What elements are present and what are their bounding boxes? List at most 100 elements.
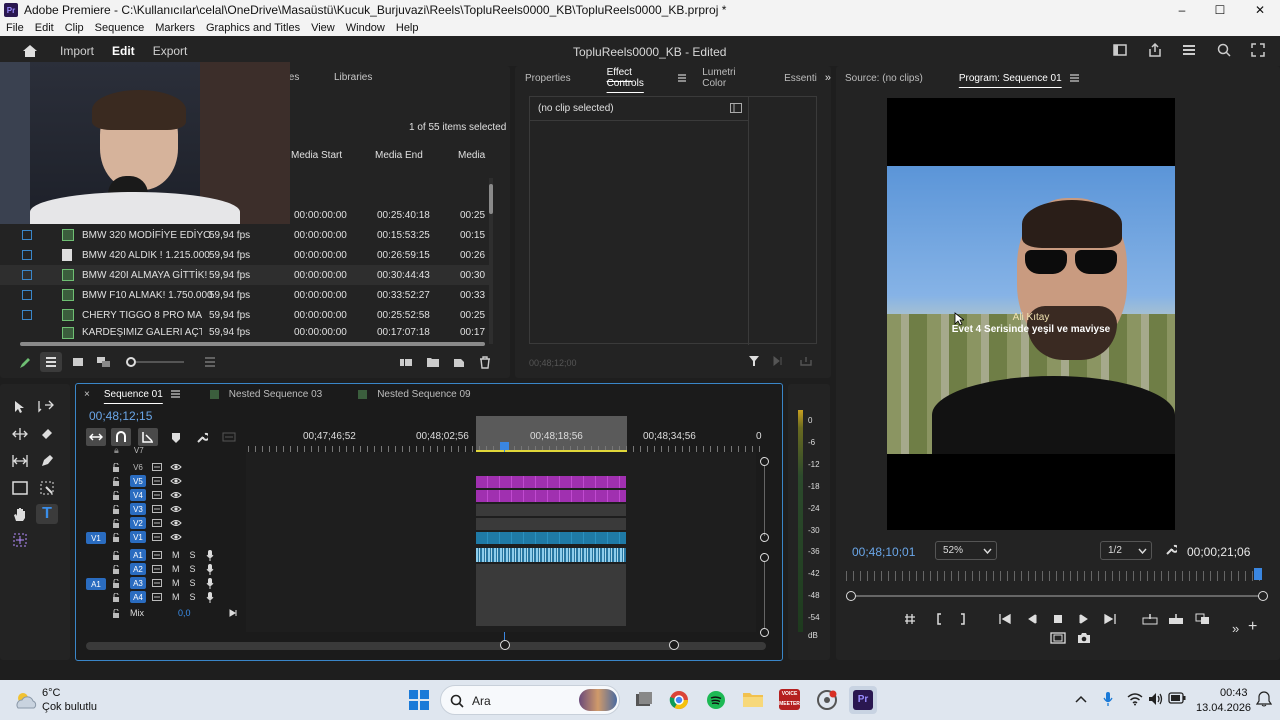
sync-lock-icon[interactable] <box>152 593 162 601</box>
checkbox[interactable] <box>22 290 32 300</box>
automate-sequence-icon[interactable] <box>399 357 413 367</box>
selection-tool-icon[interactable] <box>14 400 26 414</box>
solo-button[interactable]: S <box>190 564 196 574</box>
tab-libraries[interactable]: Libraries <box>334 72 372 83</box>
insert-nest-button[interactable] <box>86 428 106 446</box>
menu-lines-icon[interactable] <box>1182 44 1196 56</box>
clip-v1[interactable] <box>476 532 626 544</box>
track-a2[interactable]: A2 M S <box>112 562 214 576</box>
monitor-playhead[interactable] <box>1254 568 1262 580</box>
battery-icon[interactable] <box>1168 692 1186 704</box>
sync-lock-icon[interactable] <box>152 477 162 485</box>
rectangle-tool-icon[interactable] <box>12 481 28 495</box>
tab-effect-controls[interactable]: Effect Controls <box>607 67 670 89</box>
menu-graphics[interactable]: Graphics and Titles <box>206 22 300 34</box>
list-item[interactable]: BMW 420 ALDIK ! 1.215.000 59,94 fps 00:0… <box>0 245 490 265</box>
mix-track[interactable]: Mix 0,0 <box>112 606 239 620</box>
list-item[interactable]: BMW 420I ALMAYA GİTTİK! 59,94 fps 00:00:… <box>0 265 490 285</box>
trash-icon[interactable] <box>479 356 491 369</box>
eye-icon[interactable] <box>170 491 182 499</box>
extract-icon[interactable] <box>1168 613 1184 625</box>
monitor-ruler[interactable] <box>846 571 1266 581</box>
zoom-select-icon[interactable] <box>40 481 54 495</box>
volume-icon[interactable] <box>1148 692 1164 706</box>
scroll-handle[interactable] <box>760 457 769 466</box>
checkbox[interactable] <box>22 230 32 240</box>
track-v6[interactable]: V6 <box>112 460 182 474</box>
horizontal-scrollbar[interactable] <box>20 342 485 346</box>
lock-icon[interactable] <box>112 504 120 514</box>
tab-source[interactable]: Source: (no clips) <box>845 73 923 84</box>
col-media-end[interactable]: Media End <box>375 150 423 161</box>
zoom-slider[interactable] <box>126 357 186 367</box>
list-item[interactable]: BMW 320 MODİFİYE EDİYO 59,94 fps 00:00:0… <box>0 225 490 245</box>
source-patch-v1[interactable]: V1 <box>86 532 106 544</box>
microphone-icon[interactable] <box>206 577 214 589</box>
zoom-dropdown[interactable]: 52% <box>935 541 997 560</box>
sync-lock-icon[interactable] <box>152 551 162 559</box>
add-button-icon[interactable]: + <box>1248 618 1257 636</box>
more-tabs-icon[interactable]: » <box>825 72 831 84</box>
more-controls-icon[interactable]: » <box>1232 621 1239 636</box>
list-view-button[interactable] <box>40 352 62 372</box>
sync-lock-icon[interactable] <box>152 579 162 587</box>
track-v5[interactable]: V5 <box>112 474 182 488</box>
track-v4[interactable]: V4 <box>112 488 182 502</box>
mix-value[interactable]: 0,0 <box>178 608 191 618</box>
camera-icon[interactable] <box>1077 632 1091 644</box>
step-back-icon[interactable] <box>1026 613 1038 625</box>
ripple-edit-icon[interactable] <box>12 427 28 441</box>
microphone-icon[interactable] <box>206 591 214 603</box>
menu-edit[interactable]: Edit <box>35 22 54 34</box>
scroll-handle[interactable] <box>760 533 769 542</box>
go-to-end-icon[interactable] <box>229 609 239 617</box>
lock-icon[interactable] <box>112 490 120 500</box>
razor-tool-icon[interactable] <box>40 427 54 441</box>
lock-icon[interactable] <box>112 592 120 602</box>
lift-icon[interactable] <box>1142 613 1158 625</box>
timeline-zoom-bar[interactable] <box>86 642 766 650</box>
task-view-icon[interactable] <box>634 690 654 710</box>
clip-v4[interactable] <box>476 490 626 502</box>
tab-nested-sequence-03[interactable]: Nested Sequence 03 <box>229 389 322 400</box>
file-explorer-icon[interactable] <box>742 690 764 708</box>
lock-icon[interactable] <box>112 578 120 588</box>
snap-button[interactable] <box>111 428 131 446</box>
ai-edit-icon[interactable] <box>12 532 28 548</box>
microphone-icon[interactable] <box>206 563 214 575</box>
export-icon[interactable] <box>800 356 812 366</box>
sync-lock-icon[interactable] <box>152 565 162 573</box>
windows-start-icon[interactable] <box>408 689 430 711</box>
menu-sequence[interactable]: Sequence <box>95 22 145 34</box>
scroll-handle[interactable] <box>760 628 769 637</box>
eye-icon[interactable] <box>170 477 182 485</box>
sync-lock-icon[interactable] <box>152 533 162 541</box>
tab-properties[interactable]: Properties <box>525 73 571 84</box>
export-frame-compare-icon[interactable] <box>1195 613 1211 625</box>
eye-icon[interactable] <box>170 505 182 513</box>
go-to-in-icon[interactable] <box>998 613 1012 625</box>
microphone-icon[interactable] <box>206 549 214 561</box>
eye-icon[interactable] <box>170 463 182 471</box>
menu-window[interactable]: Window <box>346 22 385 34</box>
mute-button[interactable]: M <box>172 592 180 602</box>
lock-icon[interactable] <box>112 564 120 574</box>
folder-icon[interactable] <box>426 356 440 368</box>
tab-nested-sequence-09[interactable]: Nested Sequence 09 <box>377 389 470 400</box>
recording-app-icon[interactable] <box>816 689 838 711</box>
mute-button[interactable]: M <box>172 578 180 588</box>
col-media-start[interactable]: Media Start <box>291 150 342 161</box>
list-item[interactable]: KARDEŞİMİZ GALERİ AÇTI! B 59,94 fps 00:0… <box>0 325 490 339</box>
eye-icon[interactable] <box>170 519 182 527</box>
playhead-handle[interactable] <box>500 442 509 450</box>
resolution-dropdown[interactable]: 1/2 <box>1100 541 1152 560</box>
tab-menu-icon[interactable] <box>170 390 180 398</box>
track-v3[interactable]: V3 <box>112 502 182 516</box>
eye-icon[interactable] <box>170 533 182 541</box>
stop-icon[interactable] <box>1052 613 1064 625</box>
checkbox[interactable] <box>22 310 32 320</box>
minimize-button[interactable]: – <box>1162 0 1202 20</box>
menu-view[interactable]: View <box>311 22 335 34</box>
taskbar-search[interactable]: Ara <box>440 685 620 715</box>
clip-v5[interactable] <box>476 476 626 488</box>
